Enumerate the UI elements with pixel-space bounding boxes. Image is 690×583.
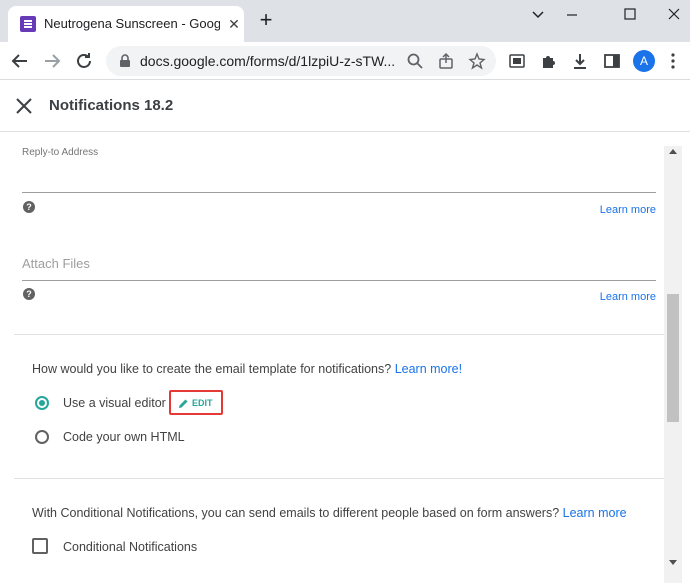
scrollbar-thumb[interactable]	[667, 294, 679, 422]
scroll-up-arrow-icon[interactable]	[669, 149, 677, 154]
minimize-icon[interactable]	[560, 4, 584, 24]
section-divider	[14, 334, 664, 335]
attach-files-input[interactable]: Attach Files	[22, 256, 90, 271]
conditional-checkbox-label[interactable]: Conditional Notifications	[63, 540, 197, 554]
browser-tab-bar: Neutrogena Sunscreen - Google ✕ +	[0, 0, 690, 42]
window-close-icon[interactable]	[662, 4, 686, 24]
reply-to-underline	[22, 192, 656, 193]
learn-more-link[interactable]: Learn more	[600, 291, 656, 303]
template-learn-more-link[interactable]: Learn more!	[395, 362, 462, 376]
section-divider	[14, 478, 664, 479]
dialog-header: Notifications 18.2	[0, 80, 690, 132]
more-menu-icon[interactable]	[670, 52, 676, 70]
scroll-down-arrow-icon[interactable]	[669, 560, 677, 565]
conditional-question: With Conditional Notifications, you can …	[32, 506, 627, 520]
close-icon[interactable]	[14, 96, 34, 116]
code-html-label[interactable]: Code your own HTML	[63, 430, 185, 444]
lock-icon[interactable]	[118, 54, 132, 68]
forward-arrow-icon[interactable]	[40, 49, 64, 73]
reply-to-label: Reply-to Address	[22, 147, 99, 158]
zoom-icon[interactable]	[406, 52, 424, 70]
help-icon[interactable]: ?	[23, 201, 35, 213]
share-icon[interactable]	[437, 52, 455, 70]
reply-to-input[interactable]	[22, 163, 656, 191]
tab-close-icon[interactable]: ✕	[226, 16, 242, 32]
page-title: Notifications 18.2	[49, 97, 174, 114]
learn-more-link[interactable]: Learn more	[600, 204, 656, 216]
template-question: How would you like to create the email t…	[32, 362, 462, 376]
conditional-text: With Conditional Notifications, you can …	[32, 506, 560, 520]
new-tab-icon[interactable]: +	[256, 9, 276, 31]
screenshot-icon[interactable]	[508, 52, 526, 70]
reload-icon[interactable]	[72, 49, 96, 73]
edit-button[interactable]: EDIT	[169, 390, 223, 415]
side-panel-icon[interactable]	[603, 52, 621, 70]
code-html-radio[interactable]	[35, 430, 49, 444]
edit-label: EDIT	[192, 398, 213, 408]
extensions-icon[interactable]	[540, 52, 558, 70]
chevron-down-icon[interactable]	[526, 4, 550, 24]
maximize-icon[interactable]	[618, 4, 642, 24]
template-question-text: How would you like to create the email t…	[32, 362, 392, 376]
notifications-settings-panel: Reply-to Address ? Learn more Attach Fil…	[0, 133, 664, 583]
download-icon[interactable]	[571, 52, 589, 70]
address-bar[interactable]: docs.google.com/forms/d/1lzpiU-z-sTW...	[106, 46, 496, 76]
conditional-learn-more-link[interactable]: Learn more	[563, 506, 627, 520]
conditional-checkbox[interactable]	[32, 538, 48, 554]
attach-files-underline	[22, 280, 656, 281]
star-icon[interactable]	[468, 52, 486, 70]
browser-tab[interactable]: Neutrogena Sunscreen - Google ✕	[8, 6, 244, 42]
visual-editor-radio[interactable]	[35, 396, 49, 410]
url-text[interactable]: docs.google.com/forms/d/1lzpiU-z-sTW...	[140, 53, 402, 69]
tab-title: Neutrogena Sunscreen - Google	[44, 16, 220, 31]
visual-editor-label[interactable]: Use a visual editor	[63, 396, 166, 410]
pencil-icon	[178, 396, 189, 408]
profile-avatar[interactable]: A	[633, 50, 655, 72]
google-forms-icon	[20, 16, 36, 32]
back-arrow-icon[interactable]	[8, 49, 32, 73]
help-icon[interactable]: ?	[23, 288, 35, 300]
browser-toolbar: docs.google.com/forms/d/1lzpiU-z-sTW... …	[0, 42, 690, 80]
